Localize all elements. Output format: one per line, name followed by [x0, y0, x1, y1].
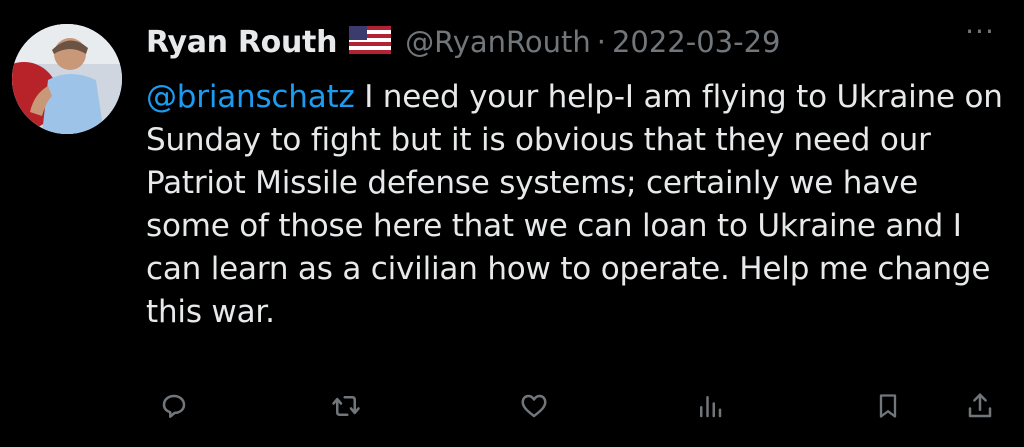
tweet[interactable]: Ryan Routh @RyanRouth · 2022-03-29 ··· @…: [0, 0, 1024, 447]
bookmark-icon: [879, 394, 897, 418]
display-name[interactable]: Ryan Routh: [146, 25, 337, 60]
tweet-header: Ryan Routh @RyanRouth · 2022-03-29: [146, 22, 781, 62]
post-date[interactable]: 2022-03-29: [612, 25, 781, 59]
views-button[interactable]: [688, 384, 732, 428]
user-handle[interactable]: @RyanRouth: [405, 25, 591, 59]
retweet-button[interactable]: [324, 384, 368, 428]
tweet-body: I need your help-I am flying to Ukraine …: [146, 79, 1003, 330]
bookmark-button[interactable]: [866, 384, 910, 428]
views-icon: [700, 396, 722, 418]
share-button[interactable]: [958, 384, 1002, 428]
tweet-text: @brianschatz I need your help-I am flyin…: [146, 76, 1006, 334]
reply-icon: [162, 394, 186, 418]
share-icon: [968, 393, 992, 418]
retweet-icon: [332, 396, 360, 416]
like-button[interactable]: [512, 384, 556, 428]
mention-link[interactable]: @brianschatz: [146, 79, 355, 115]
reply-button[interactable]: [152, 384, 196, 428]
us-flag-icon: [349, 26, 392, 58]
heart-icon: [521, 394, 547, 418]
avatar[interactable]: [12, 24, 122, 134]
separator-dot: ·: [596, 25, 606, 59]
action-bar: [146, 384, 1006, 428]
avatar-image: [12, 24, 122, 134]
more-options-icon[interactable]: ···: [960, 18, 1000, 52]
